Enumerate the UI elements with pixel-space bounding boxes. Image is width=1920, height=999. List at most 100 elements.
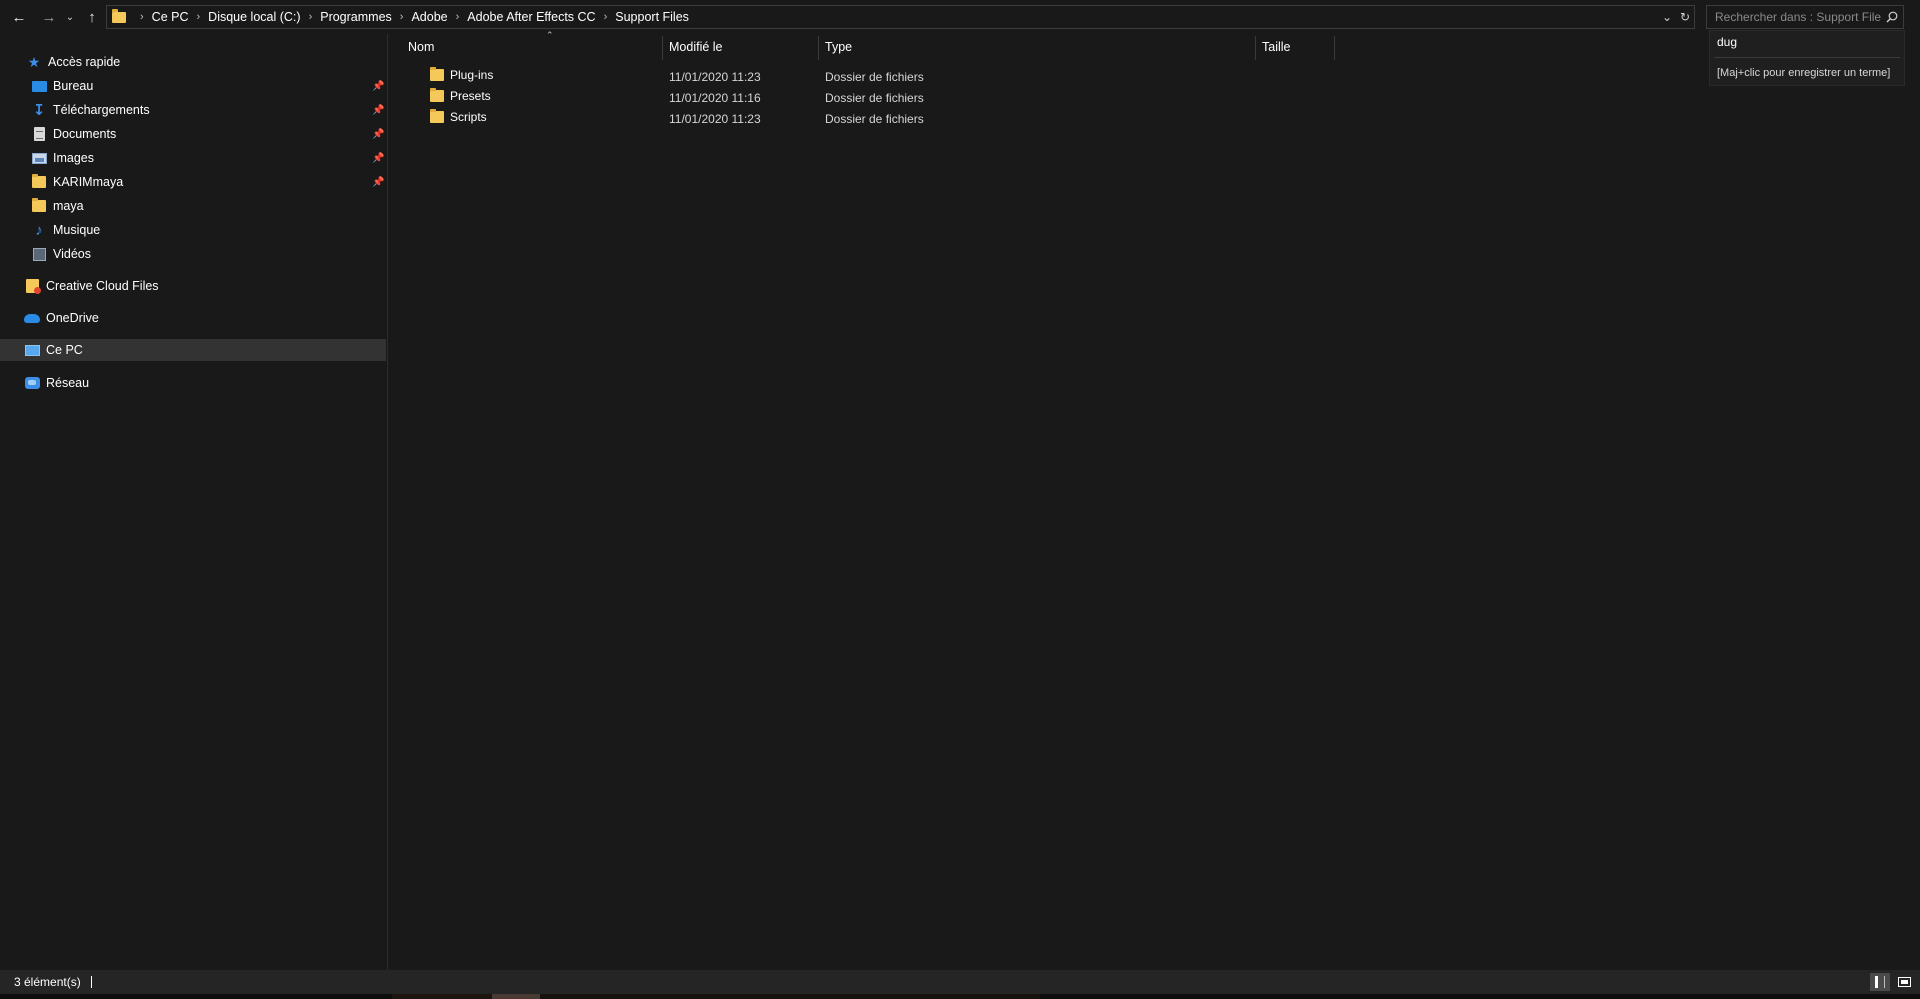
images-icon bbox=[31, 152, 47, 164]
column-header-label: Type bbox=[825, 39, 853, 54]
sidebar-item-label: Images bbox=[53, 151, 94, 165]
details-view-button[interactable] bbox=[1870, 973, 1890, 991]
recent-locations-button[interactable]: ⌄ bbox=[63, 6, 77, 28]
chevron-right-icon[interactable]: › bbox=[140, 11, 144, 23]
sidebar-item-ce-pc[interactable]: Ce PC bbox=[0, 339, 386, 361]
file-type: Dossier de fichiers bbox=[825, 112, 924, 126]
sidebar-item-videos[interactable]: Vidéos bbox=[0, 243, 386, 265]
arrow-right-icon: → bbox=[41, 8, 57, 26]
refresh-icon: ↻ bbox=[1679, 10, 1691, 24]
navigation-pane: ★ Accès rapide Bureau 📌 ↧ Téléchargement… bbox=[0, 34, 388, 970]
sidebar-item-images[interactable]: Images 📌 bbox=[0, 147, 386, 169]
column-header-size[interactable]: Taille bbox=[1262, 34, 1322, 59]
file-row-plug-ins[interactable]: Plug-ins 11/01/2020 11:23 Dossier de fic… bbox=[389, 67, 1520, 88]
sidebar-item-maya[interactable]: maya bbox=[0, 195, 386, 217]
chevron-right-icon[interactable]: › bbox=[400, 11, 404, 23]
column-resizer[interactable] bbox=[1334, 36, 1335, 60]
up-button[interactable]: ↑ bbox=[81, 6, 103, 28]
item-count: 3 élément(s) bbox=[14, 975, 81, 989]
sidebar-item-label: OneDrive bbox=[46, 311, 99, 325]
search-icon[interactable] bbox=[1881, 6, 1903, 28]
chevron-down-icon: ⌄ bbox=[1661, 10, 1673, 24]
sidebar-item-creative-cloud[interactable]: Creative Cloud Files bbox=[0, 275, 386, 297]
file-type: Dossier de fichiers bbox=[825, 91, 924, 105]
address-bar[interactable]: › Ce PC › Disque local (C:) › Programmes… bbox=[106, 5, 1695, 29]
network-icon bbox=[24, 377, 40, 389]
file-list: Nom ⌃ Modifié le Type Taille Plug-ins 11… bbox=[389, 30, 1920, 970]
breadcrumb-ce-pc[interactable]: Ce PC bbox=[152, 10, 189, 24]
address-history-button[interactable]: ⌄ bbox=[1658, 6, 1676, 28]
search-hint: [Maj+clic pour enregistrer un terme] bbox=[1717, 67, 1891, 79]
sidebar-item-label: KARIMmaya bbox=[53, 175, 124, 189]
back-button[interactable]: ← bbox=[8, 6, 30, 28]
search-suggestion-item[interactable]: dug bbox=[1717, 35, 1737, 49]
pin-icon[interactable]: 📌 bbox=[372, 153, 384, 164]
file-name: Plug-ins bbox=[450, 68, 494, 82]
refresh-button[interactable]: ↻ bbox=[1676, 6, 1694, 28]
sidebar-item-telechargements[interactable]: ↧ Téléchargements 📌 bbox=[0, 99, 386, 121]
sidebar-item-documents[interactable]: Documents 📌 bbox=[0, 123, 386, 145]
forward-button[interactable]: → bbox=[38, 6, 60, 28]
sidebar-item-label: Musique bbox=[53, 223, 101, 237]
column-header-name[interactable]: Nom ⌃ bbox=[408, 30, 650, 59]
column-header-label: Nom bbox=[408, 39, 435, 54]
column-resizer[interactable] bbox=[818, 36, 819, 60]
chevron-right-icon[interactable]: › bbox=[309, 11, 313, 23]
sidebar-item-karimmaya[interactable]: KARIMmaya 📌 bbox=[0, 171, 386, 193]
folder-icon bbox=[430, 88, 444, 102]
file-type: Dossier de fichiers bbox=[825, 70, 924, 84]
search-input[interactable] bbox=[1707, 10, 1881, 24]
large-icons-view-icon bbox=[1897, 977, 1911, 987]
file-row-presets[interactable]: Presets 11/01/2020 11:16 Dossier de fich… bbox=[389, 88, 1520, 109]
divider bbox=[1714, 57, 1900, 58]
pin-icon[interactable]: 📌 bbox=[372, 105, 384, 116]
breadcrumb-programmes[interactable]: Programmes bbox=[320, 10, 392, 24]
breadcrumb-adobe[interactable]: Adobe bbox=[411, 10, 447, 24]
sidebar-item-quick-access[interactable]: ★ Accès rapide bbox=[0, 51, 386, 73]
sidebar-item-onedrive[interactable]: OneDrive bbox=[0, 307, 386, 329]
file-row-scripts[interactable]: Scripts 11/01/2020 11:23 Dossier de fich… bbox=[389, 109, 1520, 130]
pin-icon[interactable]: 📌 bbox=[372, 81, 384, 92]
status-divider bbox=[90, 976, 92, 988]
search-box[interactable] bbox=[1706, 5, 1904, 29]
sidebar-item-musique[interactable]: ♪ Musique bbox=[0, 219, 386, 241]
details-view-icon bbox=[1875, 976, 1885, 988]
music-icon: ♪ bbox=[35, 221, 43, 239]
pin-icon[interactable]: 📌 bbox=[372, 129, 384, 140]
sidebar-item-label: Vidéos bbox=[53, 247, 91, 261]
sidebar-item-label: Ce PC bbox=[46, 343, 83, 357]
chevron-right-icon[interactable]: › bbox=[604, 11, 608, 23]
column-header-label: Modifié le bbox=[669, 39, 723, 54]
address-toolbar: ← → ⌄ ↑ › Ce PC › Disque local (C:) › Pr… bbox=[0, 0, 1920, 34]
sidebar-item-label: Réseau bbox=[46, 376, 90, 390]
onedrive-cloud-icon bbox=[24, 313, 40, 323]
breadcrumb-disque-local[interactable]: Disque local (C:) bbox=[208, 10, 300, 24]
sidebar-item-label: Accès rapide bbox=[48, 55, 121, 69]
file-name: Scripts bbox=[450, 110, 487, 124]
folder-icon bbox=[112, 8, 126, 23]
chevron-right-icon[interactable]: › bbox=[456, 11, 460, 23]
column-resizer[interactable] bbox=[662, 36, 663, 60]
column-header-modified[interactable]: Modifié le bbox=[669, 34, 814, 59]
sidebar-item-reseau[interactable]: Réseau bbox=[0, 372, 386, 394]
download-icon: ↧ bbox=[32, 102, 46, 119]
sidebar-item-bureau[interactable]: Bureau 📌 bbox=[0, 75, 386, 97]
arrow-up-icon: ↑ bbox=[88, 8, 96, 26]
chevron-down-icon: ⌄ bbox=[65, 11, 75, 23]
folder-icon bbox=[430, 67, 444, 81]
tiles-view-button[interactable] bbox=[1894, 973, 1914, 991]
star-icon: ★ bbox=[27, 53, 41, 70]
sidebar-item-label: Téléchargements bbox=[53, 103, 150, 117]
breadcrumb-after-effects[interactable]: Adobe After Effects CC bbox=[467, 10, 595, 24]
sort-ascending-icon: ⌃ bbox=[546, 30, 554, 40]
pin-icon[interactable]: 📌 bbox=[372, 177, 384, 188]
sidebar-item-label: Creative Cloud Files bbox=[46, 279, 159, 293]
search-suggestions: dug [Maj+clic pour enregistrer un terme] bbox=[1709, 30, 1905, 86]
file-name: Presets bbox=[450, 89, 491, 103]
column-resizer[interactable] bbox=[1255, 36, 1256, 60]
computer-icon bbox=[24, 344, 40, 356]
chevron-right-icon[interactable]: › bbox=[197, 11, 201, 23]
breadcrumb-support-files[interactable]: Support Files bbox=[615, 10, 689, 24]
column-header-type[interactable]: Type bbox=[825, 34, 1225, 59]
sidebar-item-label: Bureau bbox=[53, 79, 94, 93]
